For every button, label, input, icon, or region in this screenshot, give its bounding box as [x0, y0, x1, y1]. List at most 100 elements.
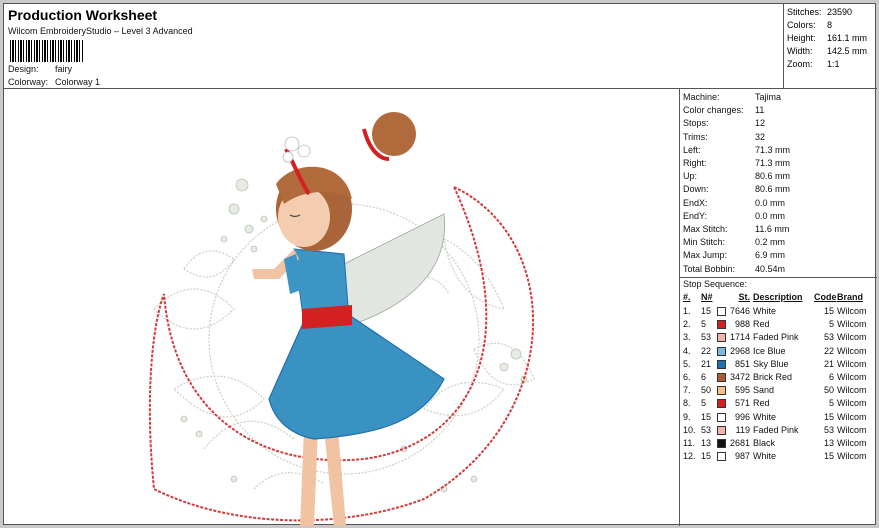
machine-info-value: 0.0 mm — [755, 210, 786, 221]
machine-info-label: Max Stitch: — [683, 224, 728, 234]
color-swatch — [717, 386, 726, 396]
fairy-sash — [302, 305, 352, 329]
row-description: White — [753, 411, 777, 422]
stop-sequence-row: 11. 13 2681 Black 13 Wilcom — [680, 438, 877, 451]
machine-info-label: Stops: — [683, 118, 709, 129]
machine-info-row: Right: 71.3 mm — [683, 158, 790, 171]
color-swatch — [717, 452, 726, 462]
stop-sequence-row: 9. 15 996 White 15 Wilcom — [680, 412, 877, 425]
row-num: 1. — [683, 306, 691, 316]
color-swatch — [717, 439, 726, 448]
row-brand: Wilcom — [837, 451, 867, 462]
row-stitches: 7646 — [729, 306, 750, 316]
row-thread: 6 — [701, 372, 707, 382]
row-brand: Wilcom — [837, 424, 867, 435]
row-code: 50 — [823, 385, 834, 396]
row-stitches: 1714 — [729, 332, 750, 343]
machine-info-label: Min Stitch: — [683, 237, 726, 248]
row-brand: Wilcom — [837, 372, 867, 382]
row-thread: 53 — [701, 424, 712, 435]
row-code: 15 — [823, 411, 834, 422]
row-description: Black — [753, 438, 776, 448]
stop-sequence-title: Stop Sequence: — [683, 279, 748, 289]
row-description: Sky Blue — [753, 358, 789, 369]
machine-info-value: 71.3 mm — [755, 158, 791, 168]
machine-info-value: 6.9 mm — [755, 250, 786, 261]
row-stitches: 996 — [734, 411, 750, 422]
col-thread-header: N# — [701, 292, 713, 302]
color-swatch — [717, 425, 726, 435]
machine-info-label: Machine: — [683, 92, 720, 102]
hair-flowers — [282, 136, 311, 163]
row-description: Red — [753, 319, 770, 330]
colorway-label: Colorway: — [8, 77, 49, 87]
machine-info-label: Trims: — [683, 131, 708, 142]
machine-info-row: Max Jump: 6.9 mm — [683, 250, 785, 263]
production-worksheet: Production Worksheet Wilcom EmbroiderySt… — [3, 3, 877, 526]
machine-info-value: 80.6 mm — [755, 184, 791, 195]
row-code: 22 — [823, 345, 834, 356]
color-swatch — [717, 346, 726, 356]
row-description: Ice Blue — [753, 345, 786, 356]
stop-sequence-row: 12. 15 987 White 15 Wilcom — [680, 451, 877, 464]
summary-label: Height: — [787, 33, 816, 43]
summary-value: 23590 — [827, 7, 853, 17]
summary-row: Height: 161.1 mm — [787, 33, 867, 43]
row-num: 4. — [683, 345, 691, 356]
machine-info-row: Min Stitch: 0.2 mm — [683, 237, 785, 250]
col-code-header: Code — [814, 292, 837, 302]
row-description: Brick Red — [753, 372, 793, 382]
color-swatch — [717, 359, 726, 369]
summary-label: Stitches: — [787, 7, 822, 17]
row-brand: Wilcom — [837, 358, 867, 369]
row-num: 12. — [683, 451, 696, 462]
summary-label: Width: — [787, 46, 813, 56]
col-stitches-header: St. — [738, 292, 750, 302]
machine-info-value: 11 — [755, 105, 765, 116]
fairy-leg — [324, 429, 346, 526]
row-brand: Wilcom — [837, 398, 867, 409]
row-num: 2. — [683, 319, 691, 330]
row-stitches: 571 — [734, 398, 750, 409]
row-code: 15 — [823, 306, 834, 316]
row-thread: 15 — [701, 411, 712, 422]
fairy-skirt — [268, 316, 445, 440]
summary-row: Width: 142.5 mm — [787, 46, 867, 56]
row-stitches: 987 — [734, 451, 750, 462]
row-stitches: 988 — [734, 319, 750, 330]
design-label: Design: — [8, 64, 39, 74]
worksheet-header: Production Worksheet Wilcom EmbroiderySt… — [4, 4, 784, 89]
row-thread: 13 — [701, 438, 712, 448]
summary-value: 161.1 mm — [827, 33, 868, 43]
row-num: 11. — [683, 438, 695, 448]
machine-info-value: 40.54m — [755, 263, 786, 274]
machine-info-value: 71.3 mm — [755, 144, 791, 155]
summary-label: Colors: — [787, 20, 816, 30]
color-swatch — [717, 373, 726, 382]
stop-sequence-row: 4. 22 2968 Ice Blue 22 Wilcom — [680, 346, 877, 359]
machine-info-row: Up: 80.6 mm — [683, 171, 790, 184]
row-stitches: 2681 — [729, 438, 750, 448]
color-swatch — [717, 333, 726, 343]
summary-value: 142.5 mm — [827, 46, 868, 56]
row-thread: 15 — [701, 451, 712, 462]
summary-row: Stitches: 23590 — [787, 7, 852, 17]
design-value: fairy — [55, 64, 73, 74]
col-description-header: Description — [753, 292, 803, 302]
machine-info-row: Left: 71.3 mm — [683, 145, 790, 158]
fairy-bun — [372, 112, 416, 156]
row-description: Red — [753, 398, 770, 409]
row-num: 6. — [683, 372, 691, 382]
row-brand: Wilcom — [837, 438, 867, 448]
machine-info-label: EndY: — [683, 210, 708, 221]
stop-sequence-row: 10. 53 119 Faded Pink 53 Wilcom — [680, 425, 877, 438]
summary-row: Zoom: 1:1 — [787, 59, 840, 69]
summary-value: 1:1 — [827, 59, 840, 69]
row-description: Sand — [753, 385, 775, 396]
machine-info-row: Stops: 12 — [683, 118, 765, 131]
stop-sequence-row: 1. 15 7646 White 15 Wilcom — [680, 306, 877, 319]
machine-info-value: 12 — [755, 118, 766, 129]
page-title: Production Worksheet — [8, 7, 158, 23]
machine-info-row: Color changes: 11 — [683, 105, 764, 118]
row-description: White — [753, 306, 777, 316]
